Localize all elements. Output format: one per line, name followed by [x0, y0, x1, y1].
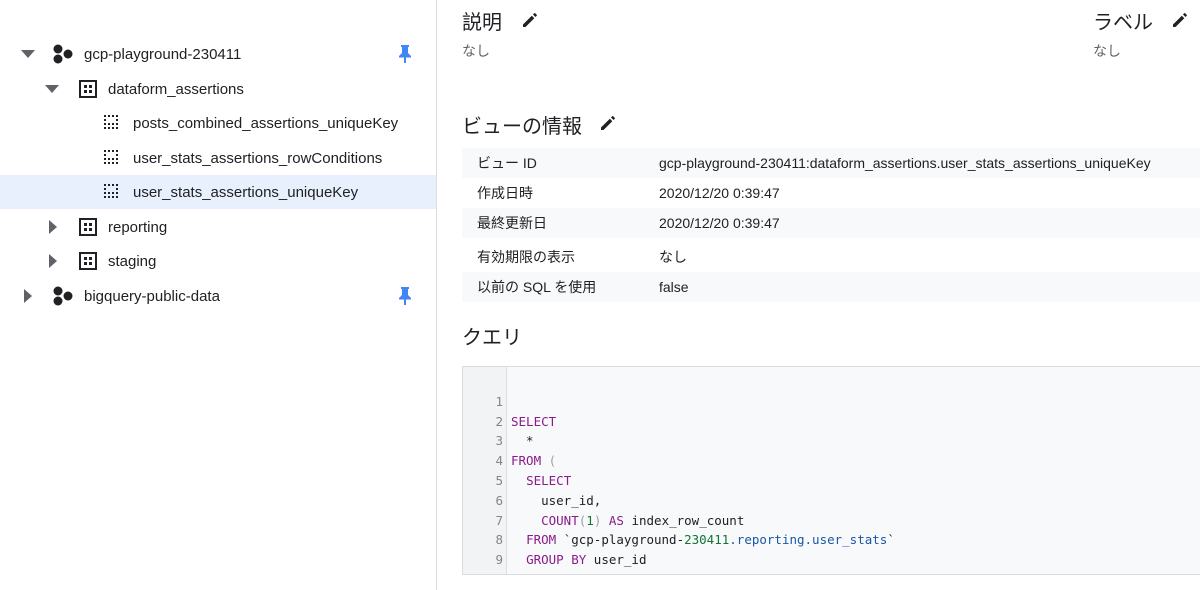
caret-down-icon[interactable]	[42, 79, 62, 99]
info-key: ビュー ID	[477, 155, 537, 171]
query-title: クエリ	[462, 327, 522, 349]
code-line: 8 GROUP BY user_id	[463, 511, 1200, 567]
info-key: 作成日時	[477, 185, 533, 201]
tree-item-project-gcp-playground[interactable]: gcp-playground-230411	[0, 37, 436, 71]
info-value: gcp-playground-230411:dataform_assertion…	[659, 155, 1151, 171]
info-key: 有効期限の表示	[477, 249, 575, 265]
tree-item-view-posts-combined-assertions-uniquekey[interactable]: posts_combined_assertions_uniqueKey	[0, 106, 436, 140]
tree-item-label: staging	[108, 252, 157, 270]
tree-item-label: bigquery-public-data	[84, 287, 220, 305]
info-key: 最終更新日	[477, 215, 547, 231]
description-title: 説明	[462, 12, 502, 34]
line-number: 10	[463, 570, 503, 574]
tree-item-label: user_stats_assertions_uniqueKey	[133, 183, 359, 201]
query-code-editor[interactable]: 1 SELECT 2 * 3 FROM ( 4 SELECT 5 user_id…	[462, 366, 1200, 575]
tree-item-label: reporting	[108, 218, 168, 236]
code-line: 4 SELECT	[463, 431, 1200, 488]
view-icon	[101, 147, 123, 169]
code-line: 3 FROM (	[463, 412, 1200, 468]
edit-labels-pencil-icon[interactable]	[1169, 9, 1191, 31]
code-line: 7 FROM `gcp-playground-230411.reporting.…	[463, 491, 1200, 548]
tree-item-label: user_stats_assertions_rowConditions	[133, 149, 383, 167]
info-row-view-id: ビュー ID gcp-playground-230411:dataform_as…	[462, 148, 1200, 178]
project-icon	[52, 43, 74, 65]
code-line: 1 SELECT	[463, 372, 1200, 429]
tree-item-view-user-stats-assertions-uniquekey[interactable]: user_stats_assertions_uniqueKey	[0, 175, 436, 209]
tree-item-label: posts_combined_assertions_uniqueKey	[133, 114, 399, 132]
dataset-icon	[77, 216, 99, 238]
info-value: false	[659, 279, 689, 295]
tree-item-dataset-reporting[interactable]: reporting	[0, 210, 436, 244]
labels-value: なし	[1093, 43, 1121, 59]
caret-down-icon[interactable]	[18, 44, 38, 64]
info-row-legacy-sql: 以前の SQL を使用 false	[462, 272, 1200, 302]
edit-description-pencil-icon[interactable]	[519, 9, 541, 31]
tree-item-dataset-staging[interactable]: staging	[0, 244, 436, 278]
caret-right-icon[interactable]	[43, 251, 63, 271]
info-value: なし	[659, 249, 687, 265]
code-line: 5 user_id,	[463, 451, 1200, 508]
view-icon	[101, 181, 123, 203]
tree-item-view-user-stats-assertions-rowconditions[interactable]: user_stats_assertions_rowConditions	[0, 141, 436, 175]
tree-item-label: gcp-playground-230411	[84, 45, 242, 63]
code-line: 2 *	[463, 392, 1200, 449]
info-row-last-modified: 最終更新日 2020/12/20 0:39:47	[462, 208, 1200, 238]
info-value: 2020/12/20 0:39:47	[659, 185, 780, 201]
dataset-icon	[77, 250, 99, 272]
tree-item-dataset-dataform-assertions[interactable]: dataform_assertions	[0, 72, 436, 106]
caret-right-icon[interactable]	[18, 286, 38, 306]
view-info-title: ビューの情報	[462, 116, 582, 138]
pin-icon[interactable]	[394, 43, 416, 65]
project-icon	[52, 285, 74, 307]
view-info-table: ビュー ID gcp-playground-230411:dataform_as…	[462, 148, 1200, 302]
info-value: 2020/12/20 0:39:47	[659, 215, 780, 231]
code-line: 10 WHERE index_row_count > 1	[463, 550, 1200, 574]
caret-right-icon[interactable]	[43, 217, 63, 237]
code-line: 6 COUNT(1) AS index_row_count	[463, 471, 1200, 528]
details-panel: 説明 なし ラベル なし ビューの情報 ビュー ID gcp-playgroun…	[437, 0, 1200, 590]
info-row-created: 作成日時 2020/12/20 0:39:47	[462, 178, 1200, 208]
pin-icon[interactable]	[394, 285, 416, 307]
view-icon	[101, 112, 123, 134]
description-value: なし	[462, 43, 490, 59]
code-line: 9 ) AS data	[463, 530, 1200, 574]
tree-item-label: dataform_assertions	[108, 80, 244, 98]
labels-title: ラベル	[1093, 12, 1153, 34]
edit-view-info-pencil-icon[interactable]	[597, 112, 619, 134]
dataset-icon	[77, 78, 99, 100]
tree-item-project-bigquery-public-data[interactable]: bigquery-public-data	[0, 279, 436, 313]
explorer-panel: gcp-playground-230411 dataform_assertion…	[0, 0, 437, 590]
info-row-expiration: 有効期限の表示 なし	[462, 242, 1200, 272]
info-key: 以前の SQL を使用	[477, 279, 597, 295]
